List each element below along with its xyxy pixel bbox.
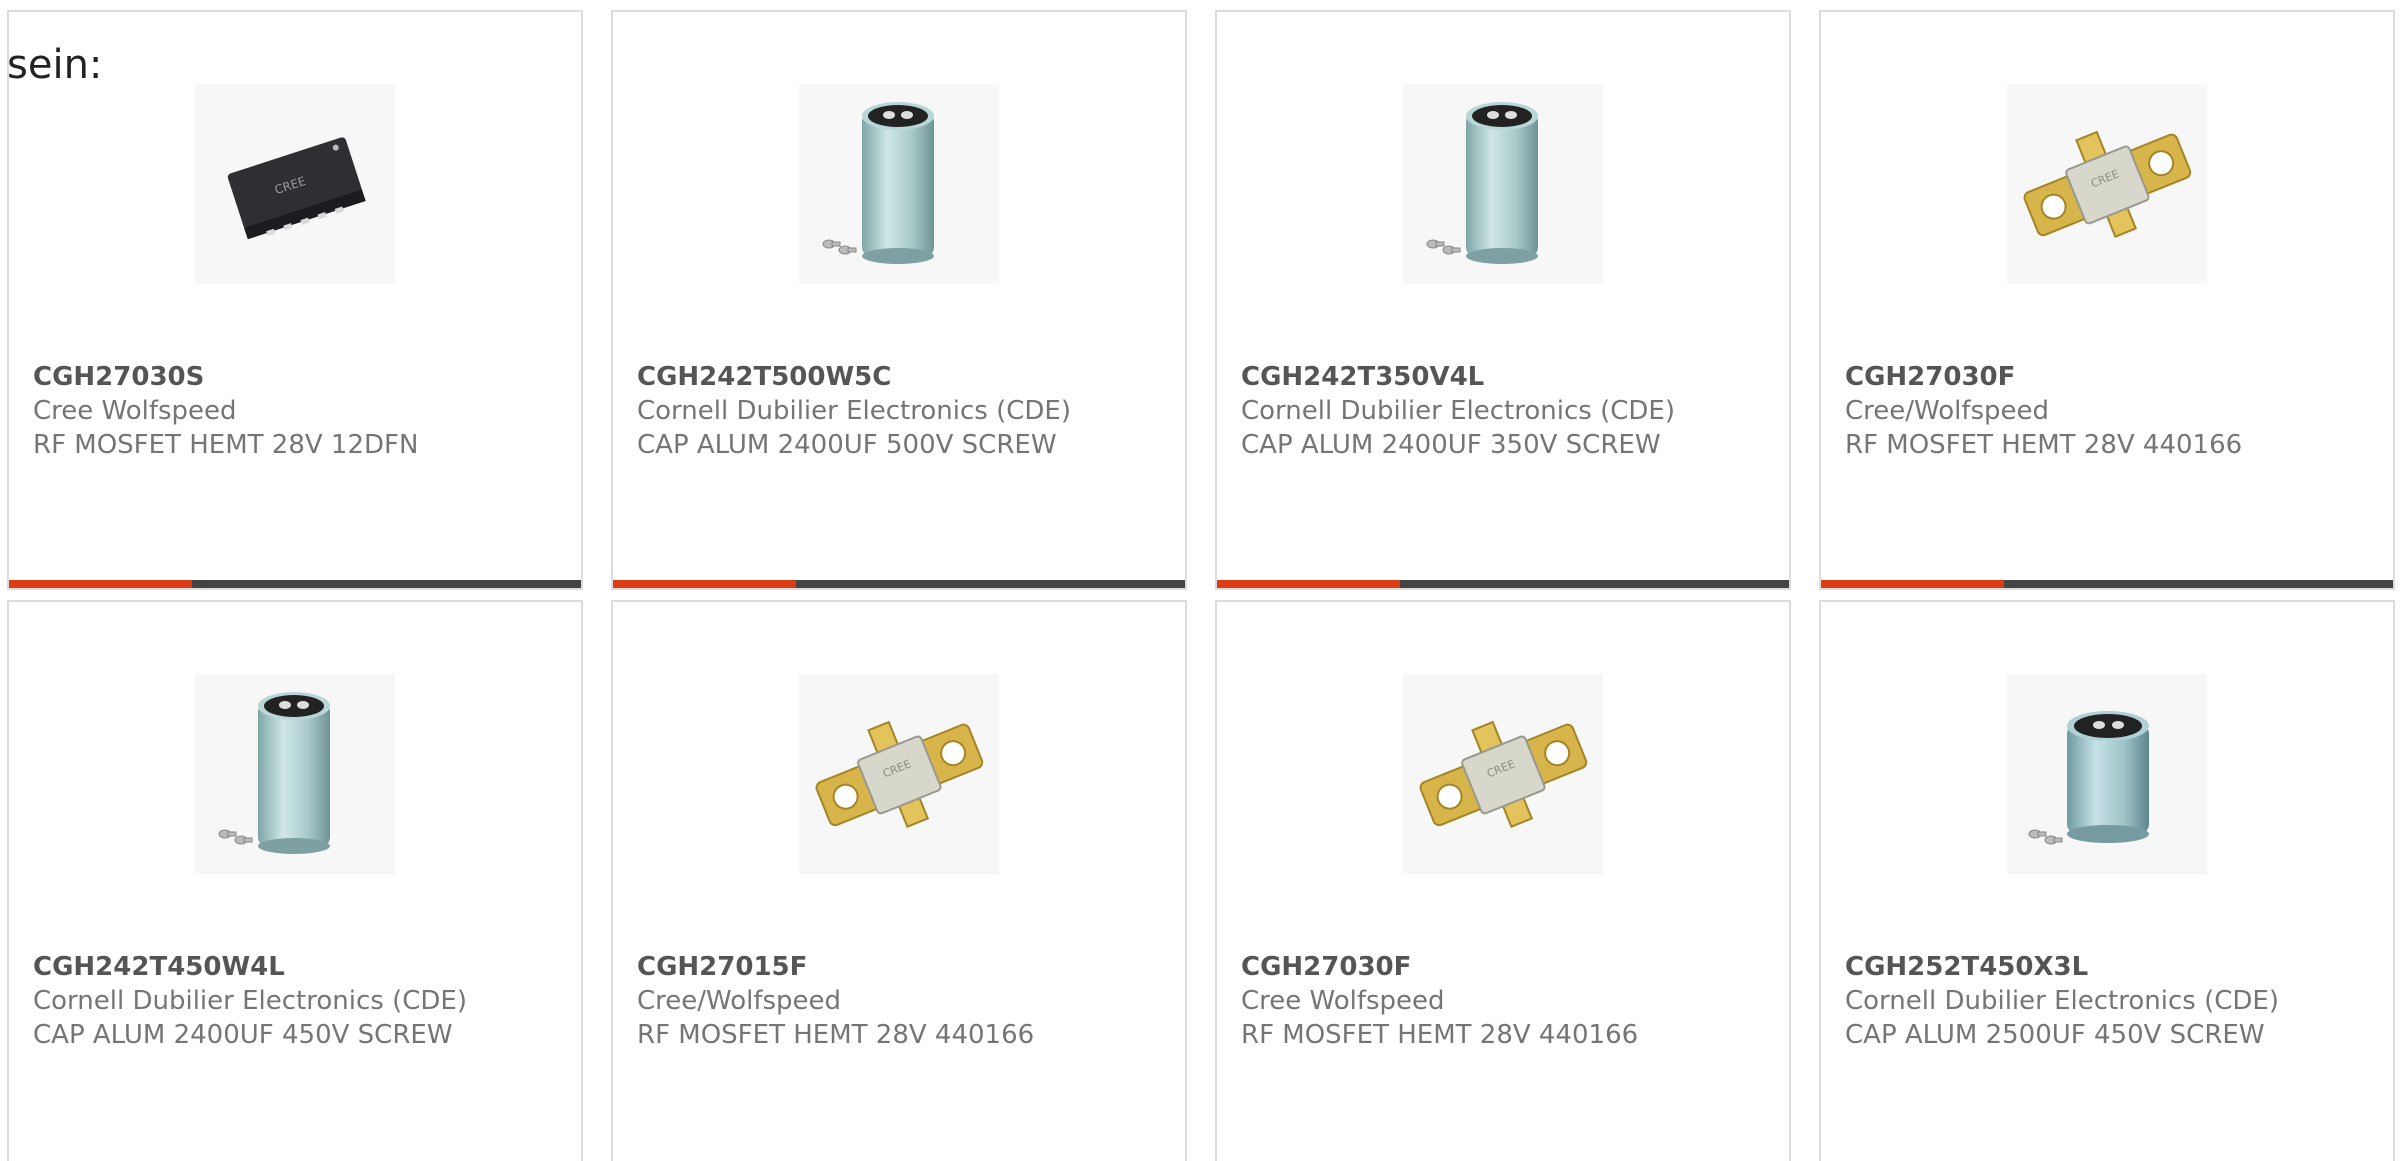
description: CAP ALUM 2400UF 450V SCREW	[33, 1020, 453, 1050]
dfn-chip-icon[interactable]: CREE	[195, 84, 395, 284]
manufacturer: Cree/Wolfspeed	[1845, 396, 2050, 426]
part-number-link[interactable]: CGH27030S	[33, 360, 571, 394]
product-info: CGH27030S Cree Wolfspeed RF MOSFET HEMT 28…	[33, 360, 571, 462]
flange-transistor-icon[interactable]: CREE	[1403, 674, 1603, 874]
description: CAP ALUM 2400UF 500V SCREW	[637, 430, 1057, 460]
product-card[interactable]: CGH242T450W4L Cornell Dubilier Electronic…	[7, 600, 583, 1161]
description: RF MOSFET HEMT 28V 440166	[1845, 430, 2243, 460]
manufacturer: Cree/Wolfspeed	[637, 986, 842, 1016]
progress-fill	[1821, 580, 2005, 588]
product-card[interactable]: CGH252T450X3L Cornell Dubilier Electronic…	[1819, 600, 2395, 1161]
progress-bar	[9, 580, 581, 588]
part-number-link[interactable]: CGH27015F	[637, 950, 1175, 984]
product-info: CGH27015F Cree/Wolfspeed RF MOSFET HEMT 28…	[637, 950, 1175, 1052]
product-card[interactable]: CGH242T350V4L Cornell Dubilier Electronic…	[1215, 10, 1791, 590]
part-number-link[interactable]: CGH242T500W5C	[637, 360, 1175, 394]
description: RF MOSFET HEMT 28V 440166	[637, 1020, 1035, 1050]
progress-fill	[613, 580, 797, 588]
manufacturer: Cornell Dubilier Electronics (CDE)	[1845, 986, 2279, 1016]
part-number-link[interactable]: CGH27030F	[1241, 950, 1779, 984]
product-info: CGH242T500W5C Cornell Dubilier Electronic…	[637, 360, 1175, 462]
product-grid: sein: CREE CGH27030S Cree Wolfspeed RF MOS…	[0, 0, 2400, 1161]
flange-transistor-icon[interactable]: CREE	[799, 674, 999, 874]
manufacturer: Cree Wolfspeed	[33, 396, 237, 426]
flange-transistor-icon[interactable]: CREE	[2007, 84, 2207, 284]
description: RF MOSFET HEMT 28V 440166	[1241, 1020, 1639, 1050]
description: RF MOSFET HEMT 28V 12DFN	[33, 430, 419, 460]
progress-bar	[1217, 580, 1789, 588]
manufacturer: Cornell Dubilier Electronics (CDE)	[33, 986, 467, 1016]
capacitor-icon[interactable]	[195, 674, 395, 874]
product-card[interactable]: CREE CGH27030F Cree Wolfspeed RF MOSFET HE…	[1215, 600, 1791, 1161]
manufacturer: Cornell Dubilier Electronics (CDE)	[1241, 396, 1675, 426]
description: CAP ALUM 2400UF 350V SCREW	[1241, 430, 1661, 460]
description: CAP ALUM 2500UF 450V SCREW	[1845, 1020, 2265, 1050]
manufacturer: Cree Wolfspeed	[1241, 986, 1445, 1016]
part-number-link[interactable]: CGH252T450X3L	[1845, 950, 2383, 984]
part-number-link[interactable]: CGH242T350V4L	[1241, 360, 1779, 394]
progress-fill	[9, 580, 193, 588]
capacitor-icon[interactable]	[799, 84, 999, 284]
product-info: CGH242T350V4L Cornell Dubilier Electronic…	[1241, 360, 1779, 462]
manufacturer: Cornell Dubilier Electronics (CDE)	[637, 396, 1071, 426]
capacitor-small-icon[interactable]	[2007, 674, 2207, 874]
product-info: CGH27030F Cree Wolfspeed RF MOSFET HEMT 28…	[1241, 950, 1779, 1052]
capacitor-icon[interactable]	[1403, 84, 1603, 284]
progress-bar	[613, 580, 1185, 588]
part-number-link[interactable]: CGH27030F	[1845, 360, 2383, 394]
progress-fill	[1217, 580, 1401, 588]
product-card[interactable]: CGH242T500W5C Cornell Dubilier Electronic…	[611, 10, 1187, 590]
product-card[interactable]: CREE CGH27030F Cree/Wolfspeed RF MOSFET HE…	[1819, 10, 2395, 590]
part-number-link[interactable]: CGH242T450W4L	[33, 950, 571, 984]
product-info: CGH242T450W4L Cornell Dubilier Electronic…	[33, 950, 571, 1052]
product-info: CGH27030F Cree/Wolfspeed RF MOSFET HEMT 28…	[1845, 360, 2383, 462]
product-card[interactable]: CREE CGH27030S Cree Wolfspeed RF MOSFET HE…	[7, 10, 583, 590]
intro-text: sein:	[7, 42, 103, 88]
progress-bar	[1821, 580, 2393, 588]
product-info: CGH252T450X3L Cornell Dubilier Electronic…	[1845, 950, 2383, 1052]
product-card[interactable]: CREE CGH27015F Cree/Wolfspeed RF MOSFET HE…	[611, 600, 1187, 1161]
